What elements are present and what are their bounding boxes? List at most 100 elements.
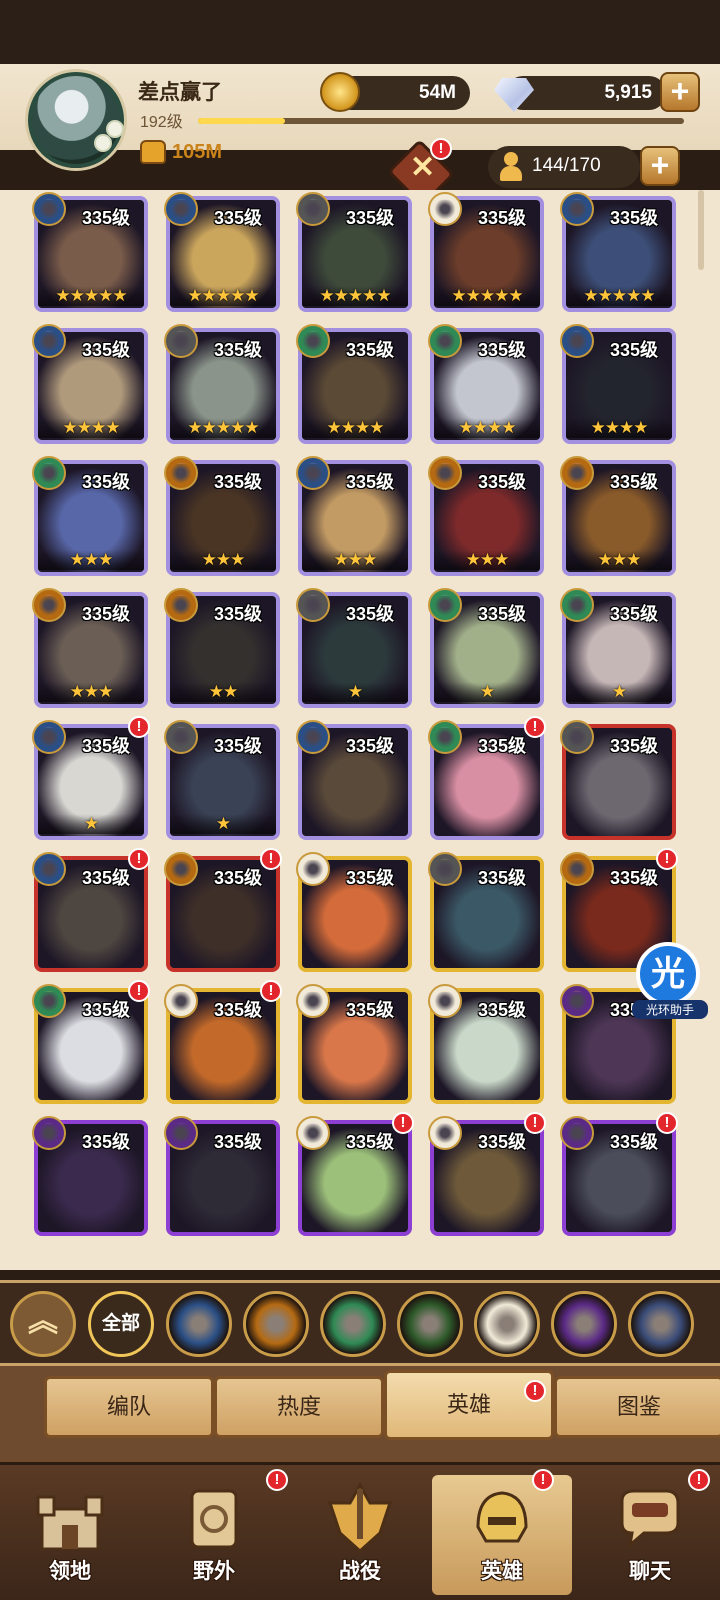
nav-chat-label: 聊天 bbox=[629, 1560, 671, 1583]
hero-notify-badge: ! bbox=[128, 716, 150, 738]
hero-level: 335级 bbox=[82, 340, 131, 360]
hero-level: 335级 bbox=[610, 472, 659, 492]
hero-level: 335级 bbox=[610, 1132, 659, 1152]
hero-level: 335级 bbox=[346, 1132, 395, 1152]
hero-level: 335级 bbox=[82, 604, 131, 624]
hero-notify-badge: ! bbox=[128, 848, 150, 870]
lightbearer-faction-icon bbox=[560, 192, 594, 226]
nav-wilds-notify-badge: ! bbox=[266, 1469, 288, 1491]
hero-capacity-counter: 144/170 bbox=[488, 146, 640, 188]
nav-wilds[interactable]: 野外 bbox=[144, 1475, 284, 1595]
hero-stars: ★★★★★ bbox=[302, 286, 408, 306]
mauler-faction-icon bbox=[164, 852, 198, 886]
hypogean-faction-icon bbox=[560, 1116, 594, 1150]
hero-stars: ★★★★★ bbox=[170, 286, 276, 306]
filter-all-button[interactable]: 全部 bbox=[88, 1291, 154, 1357]
flower-decoration bbox=[94, 134, 112, 152]
nav-territory-label: 领地 bbox=[49, 1560, 91, 1583]
wilder-eye-faction-icon bbox=[296, 192, 330, 226]
nav-heroes[interactable]: 英雄 bbox=[432, 1475, 572, 1595]
wilder-faction-icon bbox=[428, 588, 462, 622]
filter-lightbearer-icon[interactable] bbox=[166, 1291, 232, 1357]
nav-territory[interactable]: 领地 bbox=[0, 1475, 140, 1595]
helper-caption: 光环助手 bbox=[632, 1000, 708, 1019]
hero-level: 335级 bbox=[346, 868, 395, 888]
tab-heroes-notify-badge: ! bbox=[524, 1380, 546, 1402]
lightbearer-faction-icon bbox=[32, 852, 66, 886]
hero-subtabs: 编队 热度 英雄 ! 图鉴 bbox=[0, 1366, 720, 1462]
hero-level: 335级 bbox=[82, 868, 131, 888]
wilder-eye-faction-icon bbox=[296, 588, 330, 622]
hypogean-faction-icon bbox=[560, 984, 594, 1018]
gold-value: 54M bbox=[419, 82, 456, 103]
celestial-faction-icon bbox=[296, 984, 330, 1018]
hero-level: 335级 bbox=[478, 472, 527, 492]
wilder-faction-icon bbox=[428, 324, 462, 358]
hero-level: 335级 bbox=[346, 472, 395, 492]
scroll-map-icon bbox=[190, 1489, 238, 1549]
expand-hero-slots-button[interactable]: + bbox=[640, 146, 680, 186]
combat-power-value: 105M bbox=[172, 140, 223, 163]
hero-level: 335级 bbox=[214, 340, 263, 360]
filter-mauler-icon[interactable] bbox=[243, 1291, 309, 1357]
hero-level: 335级 bbox=[478, 868, 527, 888]
hero-notify-badge: ! bbox=[524, 716, 546, 738]
hero-grid-scrollbar[interactable] bbox=[698, 190, 704, 270]
hero-stars: ★★★ bbox=[170, 550, 276, 570]
hero-level: 335级 bbox=[346, 736, 395, 756]
hero-stars: ★★★★ bbox=[434, 418, 540, 438]
wilder-faction-icon bbox=[32, 984, 66, 1018]
faction-filter-bar: ︽ 全部 bbox=[0, 1280, 720, 1366]
hero-notify-badge: ! bbox=[656, 1112, 678, 1134]
hero-capacity-value: 144/170 bbox=[532, 155, 601, 176]
bottom-navigation: 领地 野外 ! 战役 英雄 ! 聊天 ! bbox=[0, 1462, 720, 1600]
buy-diamonds-button[interactable]: + bbox=[660, 72, 700, 112]
hero-level: 335级 bbox=[214, 604, 263, 624]
filter-graveborn-icon[interactable] bbox=[397, 1291, 463, 1357]
hero-level: 335级 bbox=[478, 1000, 527, 1020]
hero-stars: ★★★ bbox=[302, 550, 408, 570]
helper-assistant-button[interactable]: 光 光环助手 bbox=[632, 942, 708, 1020]
hero-notify-badge: ! bbox=[128, 980, 150, 1002]
celestial-faction-icon bbox=[428, 1116, 462, 1150]
mauler-faction-icon bbox=[560, 456, 594, 490]
hero-stars: ★★★★★ bbox=[566, 286, 672, 306]
lightbearer-faction-icon bbox=[164, 192, 198, 226]
tab-formation[interactable]: 编队 bbox=[44, 1376, 214, 1438]
nav-campaign[interactable]: 战役 bbox=[290, 1475, 430, 1595]
hero-level: 335级 bbox=[82, 1132, 131, 1152]
nav-chat-notify-badge: ! bbox=[688, 1469, 710, 1491]
filter-hypogean-icon[interactable] bbox=[551, 1291, 617, 1357]
hero-stars: ★ bbox=[302, 682, 408, 702]
hero-level: 335级 bbox=[214, 208, 263, 228]
hero-level: 335级 bbox=[610, 340, 659, 360]
tab-popularity[interactable]: 热度 bbox=[214, 1376, 384, 1438]
hero-level: 335级 bbox=[610, 604, 659, 624]
hero-level: 335级 bbox=[478, 736, 527, 756]
collapse-filter-button[interactable]: ︽ bbox=[10, 1291, 76, 1357]
xp-progress-bar bbox=[198, 118, 684, 124]
nav-campaign-label: 战役 bbox=[339, 1560, 381, 1583]
nav-chat[interactable]: 聊天 bbox=[580, 1475, 720, 1595]
hero-level: 335级 bbox=[214, 1000, 263, 1020]
hero-stars: ★ bbox=[38, 814, 144, 834]
hero-level: 335级 bbox=[478, 208, 527, 228]
lightbearer-faction-icon bbox=[32, 720, 66, 754]
wilder-eye-faction-icon bbox=[164, 720, 198, 754]
hero-level: 335级 bbox=[610, 736, 659, 756]
celestial-faction-icon bbox=[428, 192, 462, 226]
player-level: 192级 bbox=[140, 114, 183, 131]
player-avatar[interactable] bbox=[28, 72, 124, 168]
hero-level: 335级 bbox=[346, 208, 395, 228]
hero-notify-badge: ! bbox=[524, 1112, 546, 1134]
tab-collection[interactable]: 图鉴 bbox=[554, 1376, 720, 1438]
mauler-faction-icon bbox=[164, 588, 198, 622]
status-bar-area bbox=[0, 0, 720, 64]
filter-celestial-icon[interactable] bbox=[474, 1291, 540, 1357]
wilder-faction-icon bbox=[428, 720, 462, 754]
person-icon bbox=[500, 152, 522, 182]
filter-wilder-icon[interactable] bbox=[320, 1291, 386, 1357]
wilder-eye-faction-icon bbox=[428, 852, 462, 886]
hero-stars: ★★★ bbox=[434, 550, 540, 570]
filter-dimensional-icon[interactable] bbox=[628, 1291, 694, 1357]
